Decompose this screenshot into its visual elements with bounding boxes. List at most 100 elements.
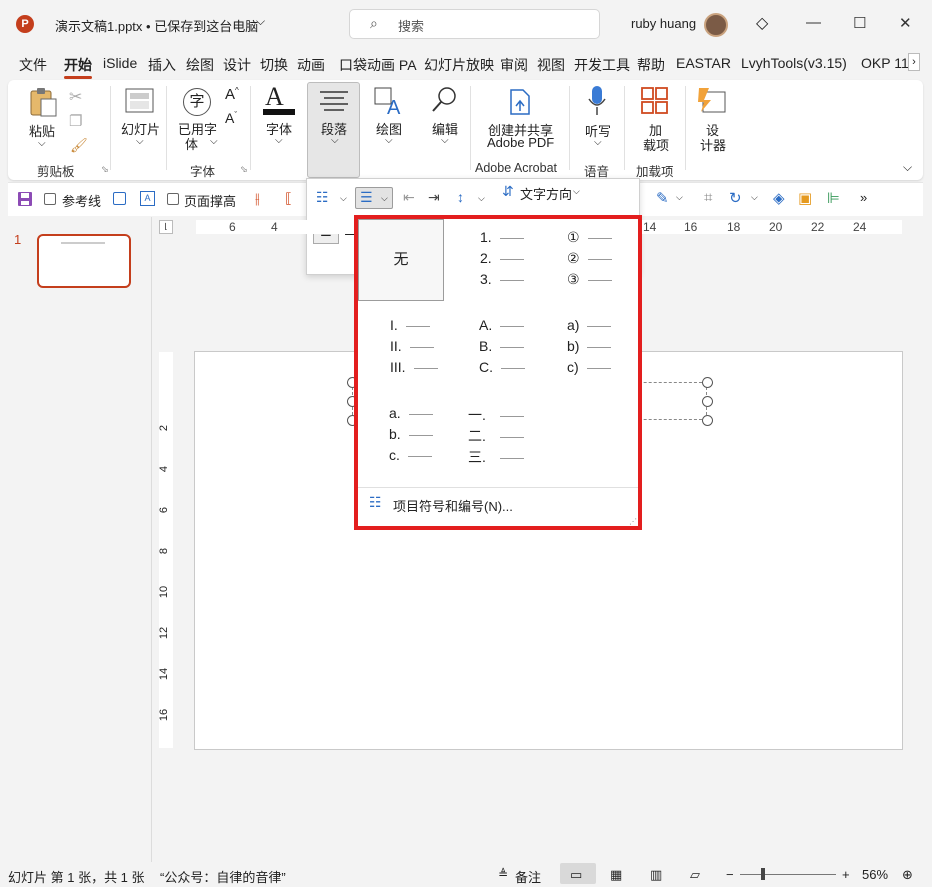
distribute-icon[interactable]: ⫲ bbox=[255, 190, 260, 207]
numbering-option-arabic[interactable]: 1. 2. 3. bbox=[476, 229, 536, 291]
rotate-icon[interactable]: ↻ bbox=[729, 189, 742, 207]
text-direction-icon[interactable]: ⇵ bbox=[502, 183, 514, 200]
minimize-icon[interactable]: — bbox=[806, 14, 821, 31]
paste-icon[interactable] bbox=[28, 86, 58, 118]
document-title[interactable]: 演示文稿1.pptx • 已保存到这台电脑 bbox=[55, 16, 258, 35]
save-icon[interactable] bbox=[17, 191, 33, 207]
align-center-icon[interactable]: ⟦ bbox=[285, 190, 292, 207]
slide-thumbnail[interactable] bbox=[37, 234, 131, 288]
numbering-none-option[interactable]: 无 bbox=[358, 219, 444, 301]
chevron-down-icon[interactable]: ⌵ bbox=[676, 192, 683, 203]
more-icon[interactable]: » bbox=[860, 190, 867, 205]
user-name[interactable]: ruby huang bbox=[631, 16, 696, 31]
slideshow-icon[interactable]: ▱ bbox=[690, 867, 700, 883]
guides-checkbox[interactable] bbox=[44, 193, 56, 205]
tab-transitions[interactable]: 切换 bbox=[260, 55, 288, 75]
numbering-option-lower-alpha-paren[interactable]: a) b) c) bbox=[563, 317, 623, 379]
new-slide-icon[interactable] bbox=[125, 88, 155, 114]
tab-eastar[interactable]: EASTAR bbox=[676, 55, 731, 71]
designer-label-2[interactable]: 计器 bbox=[700, 135, 726, 154]
pen-color-icon[interactable]: ✎ bbox=[656, 189, 669, 207]
tab-lvyhtools[interactable]: LvyhTools(v3.15) bbox=[741, 55, 847, 71]
line-spacing-icon[interactable]: ↕ bbox=[457, 189, 464, 205]
notes-icon[interactable]: ≜ bbox=[498, 867, 508, 881]
tab-islide[interactable]: iSlide bbox=[103, 55, 137, 71]
notes-button[interactable]: 备注 bbox=[515, 867, 541, 886]
chevron-down-icon[interactable]: ⌵ bbox=[385, 135, 393, 146]
bullets-and-numbering-link[interactable]: 项目符号和编号(N)... bbox=[393, 496, 513, 515]
tab-review[interactable]: 审阅 bbox=[500, 55, 528, 75]
tab-design[interactable]: 设计 bbox=[223, 55, 251, 75]
chevron-down-icon[interactable]: ⌵ bbox=[573, 186, 580, 197]
editing-icon[interactable] bbox=[430, 85, 460, 115]
page-fill-label[interactable]: 页面撑高 bbox=[184, 191, 236, 210]
close-icon[interactable]: ✕ bbox=[899, 14, 912, 32]
tab-view[interactable]: 视图 bbox=[537, 55, 565, 75]
collapse-ribbon-icon[interactable]: ⌵ bbox=[903, 160, 912, 175]
designer-icon[interactable] bbox=[697, 86, 727, 114]
adobe-pdf-share-icon[interactable] bbox=[506, 88, 534, 116]
tab-pocket-animation[interactable]: 口袋动画 PA bbox=[339, 55, 417, 75]
microphone-icon[interactable] bbox=[586, 85, 608, 117]
numbering-option-roman[interactable]: I. II. III. bbox=[386, 317, 446, 379]
text-direction-label[interactable]: 文字方向 bbox=[520, 184, 572, 203]
used-fonts-icon[interactable]: 字 bbox=[183, 88, 211, 116]
resize-grip-icon[interactable]: ⋰ bbox=[629, 517, 637, 526]
numbering-option-lower-alpha[interactable]: a. b. c. bbox=[389, 405, 449, 467]
format-painter-icon[interactable]: 🖌 bbox=[70, 137, 88, 154]
search-box[interactable]: ⌕ 搜索 bbox=[349, 9, 600, 39]
chevron-down-icon[interactable]: ⌵ bbox=[210, 136, 218, 147]
chevron-down-icon[interactable]: ⌵ bbox=[340, 193, 347, 204]
reading-view-icon[interactable]: ▥ bbox=[650, 867, 662, 883]
grow-font-icon[interactable]: A^ bbox=[225, 86, 239, 103]
tab-help[interactable]: 帮助 bbox=[637, 55, 665, 75]
zoom-in-icon[interactable]: + bbox=[842, 867, 850, 882]
tab-insert[interactable]: 插入 bbox=[148, 55, 176, 75]
addins-icon[interactable] bbox=[641, 87, 669, 115]
chevron-down-icon[interactable]: ⌵ bbox=[441, 135, 449, 146]
tab-file[interactable]: 文件 bbox=[19, 55, 47, 75]
tab-draw[interactable]: 绘图 bbox=[186, 55, 214, 75]
arrange-icon[interactable]: ▣ bbox=[798, 189, 812, 207]
maximize-icon[interactable]: ☐ bbox=[853, 14, 866, 32]
tab-developer[interactable]: 开发工具 bbox=[574, 55, 630, 75]
crop-icon[interactable]: ⌗ bbox=[704, 189, 712, 206]
create-share-label-2[interactable]: Adobe PDF bbox=[487, 135, 554, 150]
slide-sorter-icon[interactable]: ▦ bbox=[610, 867, 622, 883]
chevron-down-icon[interactable]: ⌵ bbox=[38, 138, 46, 149]
chevron-down-icon[interactable]: ⌵ bbox=[594, 137, 602, 148]
guides-label[interactable]: 参考线 bbox=[62, 191, 101, 210]
rectangle-icon[interactable] bbox=[113, 192, 126, 205]
textbox-icon[interactable]: A bbox=[140, 191, 155, 206]
font-color-icon[interactable]: A bbox=[265, 82, 284, 112]
decrease-indent-icon[interactable]: ⇤ bbox=[403, 189, 415, 206]
increase-indent-icon[interactable]: ⇥ bbox=[428, 189, 440, 206]
diamond-icon[interactable]: ◇ bbox=[756, 13, 768, 33]
tab-home[interactable]: 开始 bbox=[64, 55, 92, 75]
tab-okp[interactable]: OKP 11 bbox=[861, 55, 909, 71]
dialog-launcher-icon[interactable]: ⬂ bbox=[240, 164, 248, 175]
cut-icon[interactable]: ✂ bbox=[69, 87, 82, 107]
drawing-icon[interactable]: A bbox=[373, 86, 405, 116]
align-icon[interactable]: ⊫ bbox=[827, 189, 840, 207]
tab-animations[interactable]: 动画 bbox=[297, 55, 325, 75]
tab-stop-selector[interactable]: ⌊ bbox=[159, 220, 173, 234]
avatar[interactable] bbox=[704, 13, 728, 37]
numbering-option-chinese[interactable]: 一. 二. 三. bbox=[468, 405, 538, 467]
copy-icon[interactable]: ❐ bbox=[69, 112, 82, 130]
page-fill-checkbox[interactable] bbox=[167, 193, 179, 205]
shrink-font-icon[interactable]: Aˇ bbox=[225, 110, 237, 126]
used-fonts-label-2[interactable]: 体 bbox=[185, 134, 198, 153]
resize-handle[interactable] bbox=[702, 377, 713, 388]
numbering-option-circled[interactable]: ① ② ③ bbox=[563, 229, 623, 291]
zoom-out-icon[interactable]: − bbox=[726, 867, 734, 882]
tabs-scroll-right-icon[interactable]: › bbox=[908, 53, 920, 71]
fill-icon[interactable]: ◈ bbox=[773, 189, 785, 207]
resize-handle[interactable] bbox=[702, 415, 713, 426]
addins-label-2[interactable]: 载项 bbox=[643, 135, 669, 154]
dialog-launcher-icon[interactable]: ⬂ bbox=[101, 164, 109, 175]
tab-slideshow[interactable]: 幻灯片放映 bbox=[424, 55, 494, 75]
bullets-icon[interactable]: ☷ bbox=[316, 189, 329, 206]
chevron-down-icon[interactable]: ⌵ bbox=[256, 14, 265, 29]
resize-handle[interactable] bbox=[702, 396, 713, 407]
